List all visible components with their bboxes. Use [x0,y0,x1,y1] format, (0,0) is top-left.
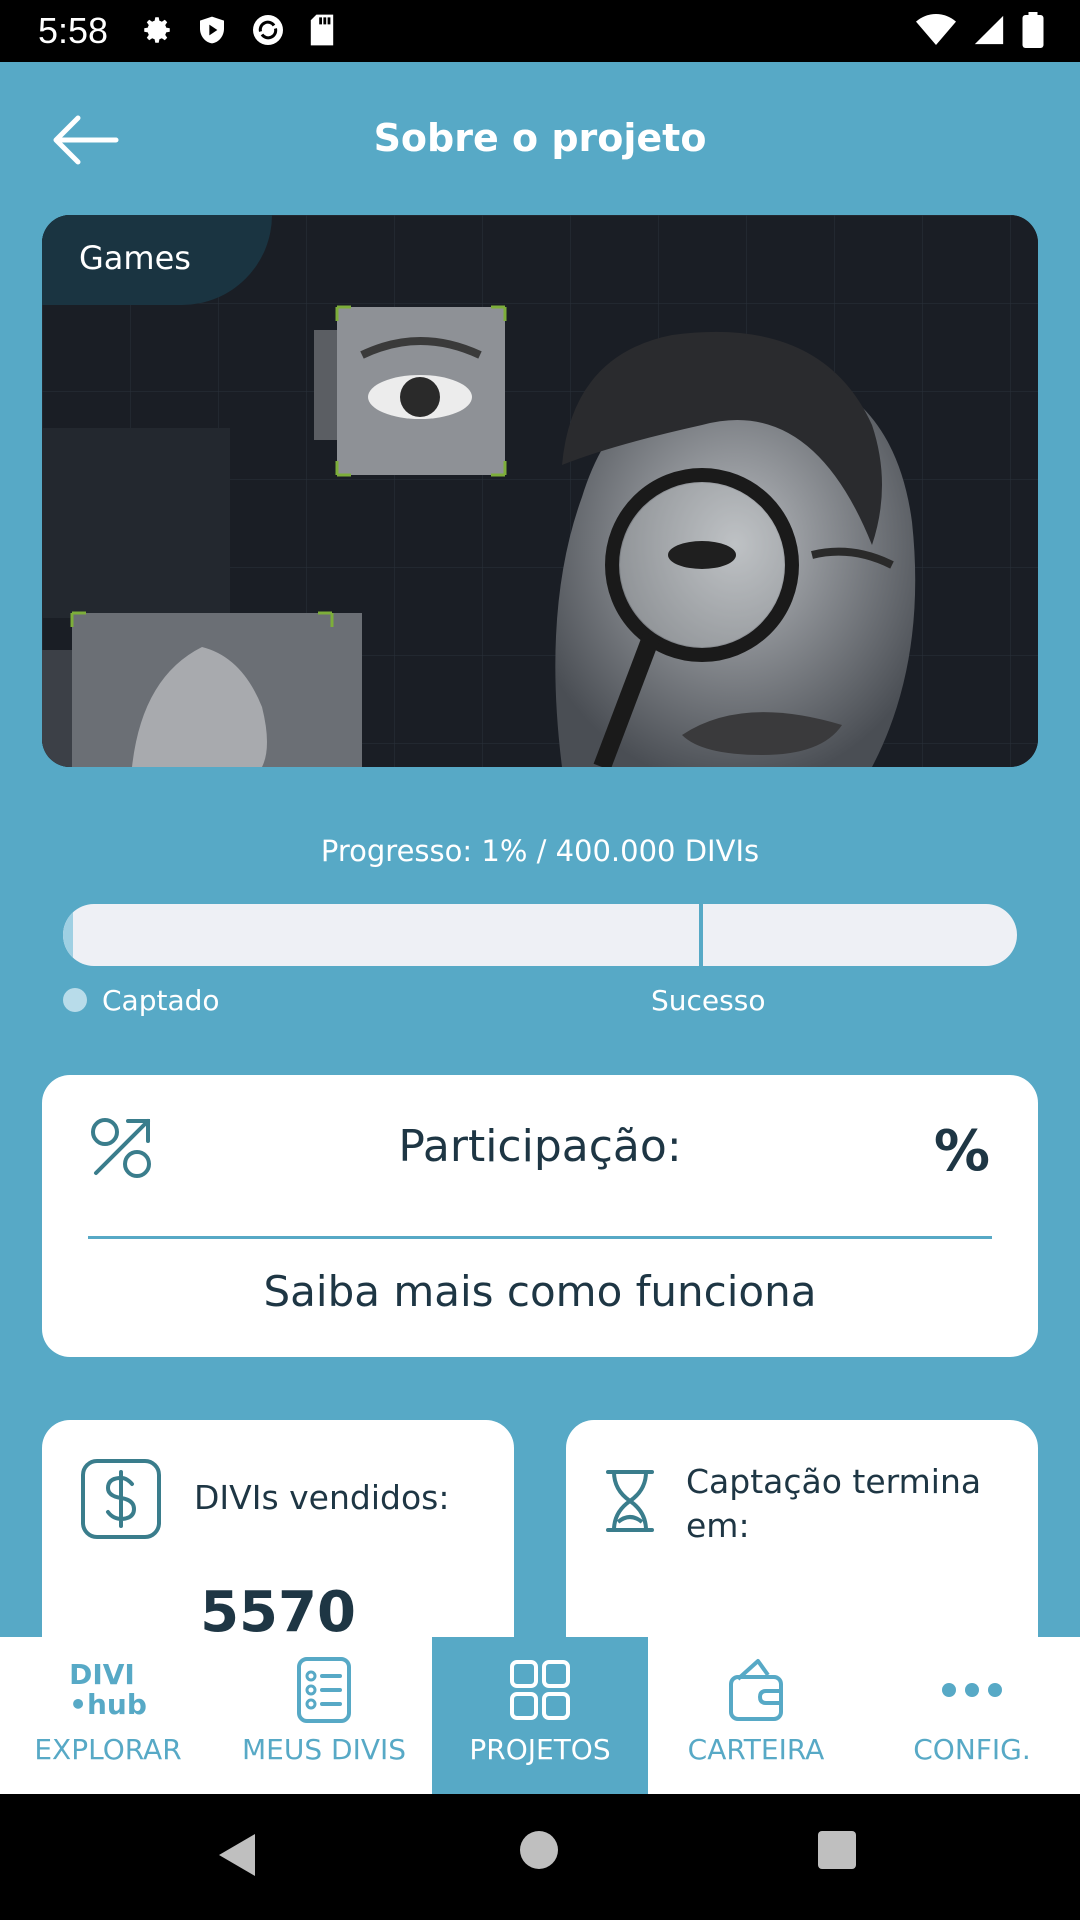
system-back-icon[interactable] [215,1830,259,1880]
dollar-icon [81,1459,161,1539]
sd-card-icon [310,14,334,46]
category-label: Games [79,239,191,277]
progress-label: Progresso: 1% / 400.000 DIVIs [320,834,760,868]
deadline-label: Captação termina em: [686,1462,982,1545]
card-divider [88,1236,992,1239]
nav-explorar[interactable]: DIVI •hub EXPLORAR [0,1637,216,1794]
status-bar: 5:58 [0,0,1080,62]
nav-carteira[interactable]: CARTEIRA [648,1637,864,1794]
success-marker [699,904,703,966]
nav-config[interactable]: CONFIG. [864,1637,1080,1794]
wifi-icon [916,14,956,45]
system-navigation-bar [0,1794,1080,1920]
progress-fill [63,904,73,966]
battery-icon [1022,12,1044,48]
sold-value: 5570 [200,1580,356,1645]
nav-projetos-label: PROJETOS [469,1733,611,1766]
sync-icon [253,15,283,45]
divihub-logo-icon: DIVI •hub [69,1658,147,1721]
participation-card: Participação: % Saiba mais como funciona [42,1075,1038,1357]
system-recents-icon[interactable] [818,1831,856,1869]
nav-meus-divis-label: MEUS DIVIS [241,1733,407,1766]
captado-legend-dot [63,988,87,1012]
participation-value: % [933,1119,990,1184]
gear-icon [144,17,170,43]
progress-bar [63,904,1017,966]
page-title: Sobre o projeto [373,116,707,160]
signal-icon [974,15,1004,45]
grid-icon [510,1660,570,1720]
app-header: Sobre o projeto [0,62,1080,212]
wallet-icon [729,1659,783,1721]
learn-more-link[interactable]: Saiba mais como funciona [42,1267,1038,1316]
participation-label: Participação: [398,1121,682,1172]
nav-explorar-label: EXPLORAR [34,1733,182,1766]
list-icon [297,1657,351,1723]
shield-icon [200,16,224,44]
nav-carteira-label: CARTEIRA [687,1733,825,1766]
legend-captado: Captado [102,984,220,1017]
nav-config-label: CONFIG. [913,1733,1031,1766]
bottom-navigation: DIVI •hub EXPLORAR MEUS DIVIS PROJETOS C… [0,1637,1080,1794]
project-hero-image: Games [42,215,1038,767]
nav-meus-divis[interactable]: MEUS DIVIS [216,1637,432,1794]
sold-label: DIVIs vendidos: [194,1478,450,1517]
hourglass-icon [606,1470,654,1532]
system-home-icon[interactable] [520,1831,558,1869]
more-dots-icon [942,1683,1002,1697]
nav-projetos[interactable]: PROJETOS [432,1637,648,1794]
legend-sucesso: Sucesso [651,984,766,1017]
status-time: 5:58 [38,10,109,51]
